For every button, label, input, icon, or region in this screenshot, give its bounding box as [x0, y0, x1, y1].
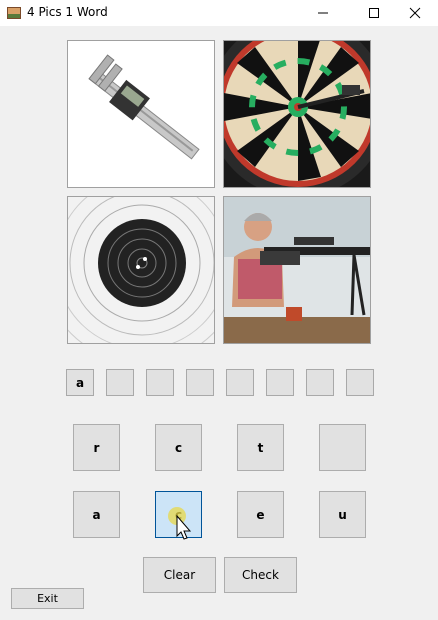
close-button[interactable]: [392, 0, 438, 26]
picture-shooting-target: [67, 196, 215, 344]
answer-slot[interactable]: [146, 369, 174, 396]
app-picture-icon: [6, 5, 22, 21]
maximize-button[interactable]: [351, 0, 397, 26]
picture-caliper: [67, 40, 215, 188]
minimize-button[interactable]: [300, 0, 346, 26]
letter-button[interactable]: c: [155, 491, 202, 538]
answer-slot[interactable]: [106, 369, 134, 396]
answer-slot[interactable]: [226, 369, 254, 396]
letter-button[interactable]: u: [319, 491, 366, 538]
check-button[interactable]: Check: [224, 557, 297, 593]
letter-button[interactable]: e: [237, 491, 284, 538]
letter-button[interactable]: c: [155, 424, 202, 471]
letter-button[interactable]: r: [73, 424, 120, 471]
letter-button[interactable]: a: [73, 491, 120, 538]
close-icon: [409, 7, 421, 19]
answer-slot[interactable]: [346, 369, 374, 396]
answer-slot[interactable]: [266, 369, 294, 396]
answer-slot[interactable]: a: [66, 369, 94, 396]
minimize-icon: [318, 12, 328, 14]
letter-button[interactable]: t: [237, 424, 284, 471]
picture-dartboard: [223, 40, 371, 188]
clear-button[interactable]: Clear: [143, 557, 216, 593]
maximize-icon: [369, 8, 379, 18]
picture-rifle-shooter: [223, 196, 371, 344]
window-title: 4 Pics 1 Word: [27, 5, 108, 19]
title-bar: 4 Pics 1 Word: [0, 0, 438, 26]
exit-button[interactable]: Exit: [11, 588, 84, 609]
answer-slot[interactable]: [186, 369, 214, 396]
letter-button[interactable]: [319, 424, 366, 471]
answer-slot[interactable]: [306, 369, 334, 396]
